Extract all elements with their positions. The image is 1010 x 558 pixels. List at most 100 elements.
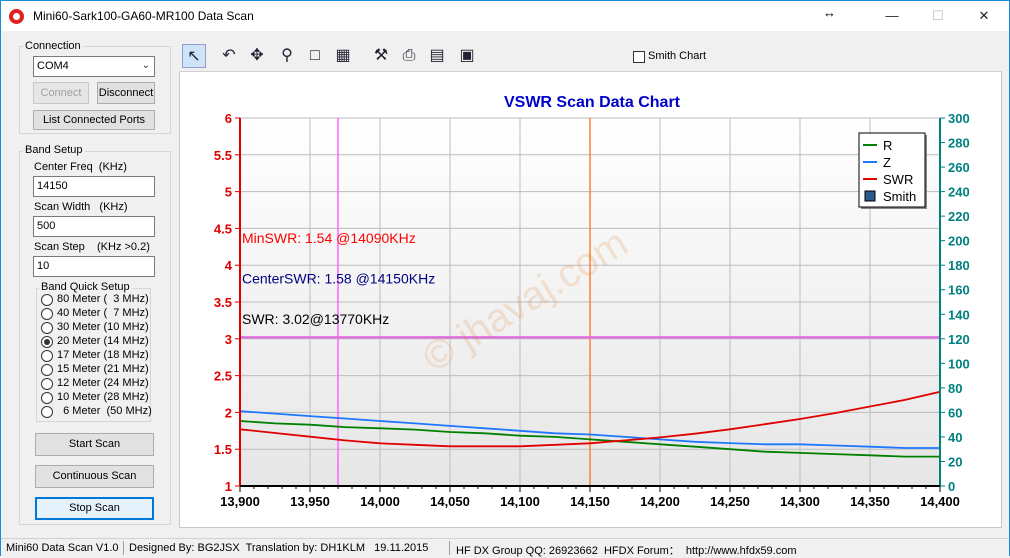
chart-annotation: CenterSWR: 1.58 @14150KHz: [242, 271, 435, 287]
right-tick-label: 240: [948, 185, 970, 200]
band-radio-label: 80 Meter ( 3 MHz): [57, 293, 149, 305]
left-tick-label: 5: [225, 185, 232, 200]
start-scan-button[interactable]: Start Scan: [35, 433, 154, 456]
x-tick-label: 14,000: [360, 494, 400, 509]
scan-width-input[interactable]: 500: [33, 216, 155, 237]
x-tick-label: 14,100: [500, 494, 540, 509]
right-tick-label: 300: [948, 111, 970, 126]
legend: RZ SWR Smith: [858, 132, 927, 209]
save-icon[interactable]: ▣: [455, 44, 479, 68]
radio-button[interactable]: [41, 406, 53, 418]
window-title: Mini60-Sark100-GA60-MR100 Data Scan: [33, 9, 254, 23]
left-tick-label: 2.5: [214, 369, 232, 384]
right-tick-label: 180: [948, 258, 970, 273]
right-tick-label: 280: [948, 136, 970, 151]
right-tick-label: 60: [948, 405, 962, 420]
right-tick-label: 220: [948, 209, 970, 224]
x-tick-label: 13,950: [290, 494, 330, 509]
status-bar: Mini60 Data Scan V1.0 Designed By: BG2JS…: [1, 538, 1009, 557]
stop-scan-button[interactable]: Stop Scan: [35, 497, 154, 520]
x-tick-label: 14,250: [710, 494, 750, 509]
band-radio-label: 30 Meter (10 MHz): [57, 321, 149, 333]
app-icon[interactable]: [9, 9, 24, 24]
right-tick-label: 100: [948, 356, 970, 371]
chart-annotation: SWR: 3.02@13770KHz: [242, 311, 389, 327]
band-radio-label: 12 Meter (24 MHz): [57, 377, 149, 389]
radio-button[interactable]: [41, 294, 53, 306]
chevron-down-icon: ⌄: [141, 60, 150, 71]
legend-entry-label: Z: [883, 155, 891, 170]
left-tick-label: 1.5: [214, 442, 232, 457]
settings-icon[interactable]: ⚒: [369, 44, 393, 68]
export-image-icon[interactable]: □: [303, 44, 327, 68]
left-tick-label: 6: [225, 111, 232, 126]
right-tick-label: 160: [948, 283, 970, 298]
port-select-value: COM4: [37, 60, 69, 72]
pointer-icon[interactable]: ↖: [182, 44, 206, 68]
chart-title: VSWR Scan Data Chart: [504, 94, 681, 111]
port-select[interactable]: COM4 ⌄: [33, 56, 155, 77]
print-icon[interactable]: ⎙: [397, 44, 421, 68]
radio-button[interactable]: [41, 336, 53, 348]
legend-entry-label: SWR: [883, 172, 913, 187]
connect-button[interactable]: Connect: [33, 82, 89, 104]
right-tick-label: 80: [948, 381, 962, 396]
left-tick-label: 2: [225, 405, 232, 420]
center-freq-input[interactable]: 14150: [33, 176, 155, 197]
band-radio-label: 20 Meter (14 MHz): [57, 335, 149, 347]
app-window: Mini60-Sark100-GA60-MR100 Data Scan ↔ — …: [0, 0, 1010, 557]
resize-arrows-icon: ↔: [823, 5, 836, 20]
x-tick-label: 14,350: [850, 494, 890, 509]
center-freq-label: Center Freq (KHz): [34, 161, 127, 173]
band-quick-group-title: Band Quick Setup: [39, 281, 132, 293]
scan-step-label: Scan Step: [34, 241, 85, 253]
right-tick-label: 260: [948, 160, 970, 175]
connection-group-title: Connection: [23, 40, 83, 52]
x-tick-label: 13,900: [220, 494, 260, 509]
x-tick-label: 14,300: [780, 494, 820, 509]
band-radio-label: 40 Meter ( 7 MHz): [57, 307, 149, 319]
status-designed: Designed By: BG2JSX Translation by: DH1K…: [129, 542, 429, 554]
zoom-icon[interactable]: ⚲: [275, 44, 299, 68]
right-tick-label: 140: [948, 307, 970, 322]
undo-icon[interactable]: ↶: [217, 44, 241, 68]
legend-swatch: [864, 190, 876, 202]
disconnect-button[interactable]: Disconnect: [97, 82, 155, 104]
x-tick-label: 14,150: [570, 494, 610, 509]
right-tick-label: 200: [948, 234, 970, 249]
status-separator: [449, 541, 450, 555]
left-tick-label: 4.5: [214, 221, 232, 236]
band-radio-label: 15 Meter (21 MHz): [57, 363, 149, 375]
right-tick-label: 40: [948, 430, 962, 445]
maximize-button[interactable]: ☐: [915, 1, 961, 31]
band-radio-label: 10 Meter (28 MHz): [57, 391, 149, 403]
chart-toolbar: ↖ ↶ ✥ ⚲ □ ▦ ⚒ ⎙ ▤ ▣: [179, 41, 1002, 72]
radio-button[interactable]: [41, 322, 53, 334]
left-tick-label: 1: [225, 479, 232, 494]
close-button[interactable]: ✕: [961, 1, 1007, 31]
smith-chart-label: Smith Chart: [648, 50, 707, 62]
radio-button[interactable]: [41, 378, 53, 390]
left-tick-label: 5.5: [214, 148, 232, 163]
radio-button[interactable]: [41, 392, 53, 404]
legend-entry-label: Smith: [883, 189, 916, 204]
vswr-chart[interactable]: VSWR Scan Data Chart 13,900 13,950 14,000 1…: [179, 73, 1002, 528]
pan-icon[interactable]: ✥: [245, 44, 269, 68]
radio-button[interactable]: [41, 350, 53, 362]
scan-width-label: Scan Width (KHz): [34, 201, 128, 213]
right-tick-label: 0: [948, 479, 955, 494]
left-tick-label: 3.5: [214, 295, 232, 310]
radio-button[interactable]: [41, 364, 53, 376]
data-table-icon[interactable]: ▤: [425, 44, 449, 68]
x-tick-label: 14,400: [920, 494, 960, 509]
properties-icon[interactable]: ▦: [331, 44, 355, 68]
list-ports-button[interactable]: List Connected Ports: [33, 110, 155, 130]
minimize-button[interactable]: —: [869, 1, 915, 31]
right-tick-label: 20: [948, 454, 962, 469]
scan-step-input[interactable]: 10: [33, 256, 155, 277]
x-tick-label: 14,050: [430, 494, 470, 509]
smith-chart-checkbox-box[interactable]: [633, 51, 645, 63]
status-version: Mini60 Data Scan V1.0: [6, 542, 119, 554]
radio-button[interactable]: [41, 308, 53, 320]
continuous-scan-button[interactable]: Continuous Scan: [35, 465, 154, 488]
